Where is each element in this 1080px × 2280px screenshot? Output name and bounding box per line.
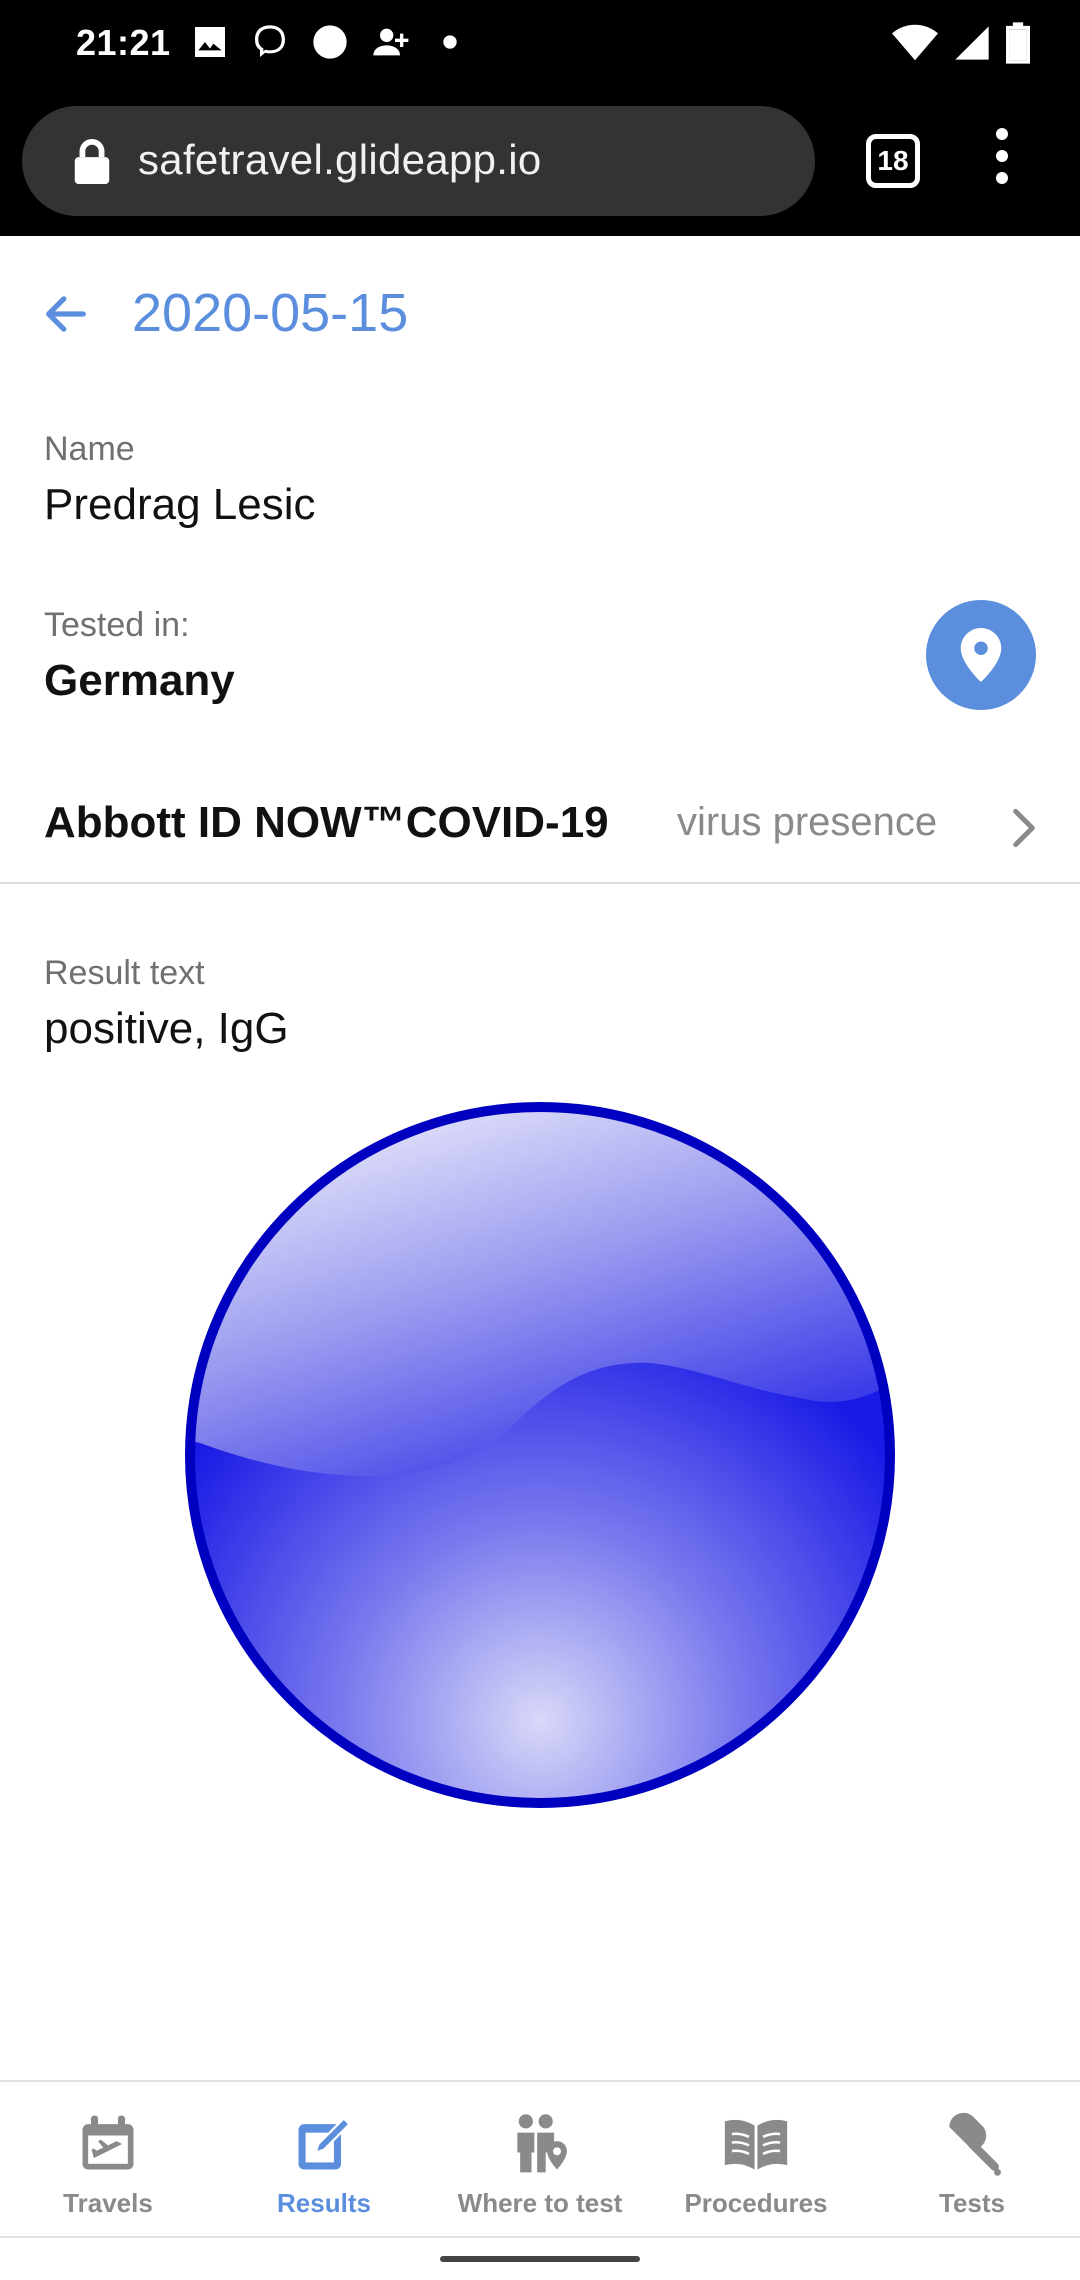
menu-dot-icon [996, 172, 1008, 184]
location-pin-icon [960, 628, 1002, 682]
menu-dot-icon [996, 128, 1008, 140]
wifi-icon [892, 24, 938, 61]
tested-in-label: Tested in: [44, 606, 190, 644]
swab-icon [949, 2112, 1001, 2176]
result-label: Result text [44, 954, 205, 992]
signal-icon [955, 26, 989, 60]
nav-item-procedures[interactable]: Procedures [648, 2082, 864, 2240]
nav-label-results: Results [277, 2188, 371, 2218]
nav-label-where-to-test: Where to test [457, 2188, 623, 2218]
edit-note-icon [298, 2116, 352, 2170]
image-icon [195, 27, 225, 57]
dot-icon [443, 35, 457, 49]
status-bar: 21:21 [0, 0, 1080, 88]
nav-item-tests[interactable]: Tests [864, 2082, 1080, 2240]
viber-icon [255, 25, 285, 57]
people-location-icon [517, 2114, 567, 2173]
test-row[interactable]: Abbott ID NOW™COVID-19 virus presence [0, 760, 1080, 884]
name-label: Name [44, 430, 135, 468]
back-arrow-icon[interactable] [40, 288, 92, 340]
battery-icon [1006, 22, 1030, 64]
nav-item-results[interactable]: Results [216, 2082, 432, 2240]
url-text: safetravel.glideapp.io [138, 136, 542, 183]
bottom-navigation: Travels Results Where to test Procedures [0, 2080, 1080, 2238]
browser-menu-button[interactable] [990, 128, 1014, 192]
open-book-icon [724, 2119, 788, 2170]
chevron-right-icon [1013, 808, 1035, 848]
page-title: 2020-05-15 [132, 283, 409, 343]
result-value: positive, IgG [44, 1004, 289, 1053]
name-value: Predrag Lesic [44, 480, 316, 529]
nav-label-travels: Travels [63, 2188, 153, 2218]
browser-toolbar: safetravel.glideapp.io 18 [0, 88, 1080, 236]
calendar-plane-icon [82, 2115, 134, 2170]
location-button[interactable] [926, 600, 1036, 710]
nav-item-travels[interactable]: Travels [0, 2082, 216, 2240]
notification-icons [190, 22, 470, 62]
nav-label-procedures: Procedures [684, 2188, 828, 2218]
app-header: 2020-05-15 [0, 236, 1080, 386]
menu-dot-icon [996, 150, 1008, 162]
tested-in-value: Germany [44, 656, 235, 705]
status-time: 21:21 [76, 22, 171, 63]
test-type: virus presence [677, 800, 938, 844]
result-ball-image [185, 1102, 895, 1808]
tab-switcher-button[interactable]: 18 [866, 134, 920, 188]
test-name: Abbott ID NOW™COVID-19 [44, 798, 609, 847]
address-bar[interactable]: safetravel.glideapp.io [22, 106, 815, 216]
nav-label-tests: Tests [939, 2188, 1005, 2218]
divider [0, 2236, 1080, 2238]
home-indicator[interactable] [440, 2256, 640, 2262]
nav-item-where-to-test[interactable]: Where to test [432, 2082, 648, 2240]
facebook-icon [313, 25, 347, 59]
add-contact-icon [373, 28, 409, 56]
system-icons [892, 22, 1030, 64]
lock-icon [74, 138, 110, 184]
